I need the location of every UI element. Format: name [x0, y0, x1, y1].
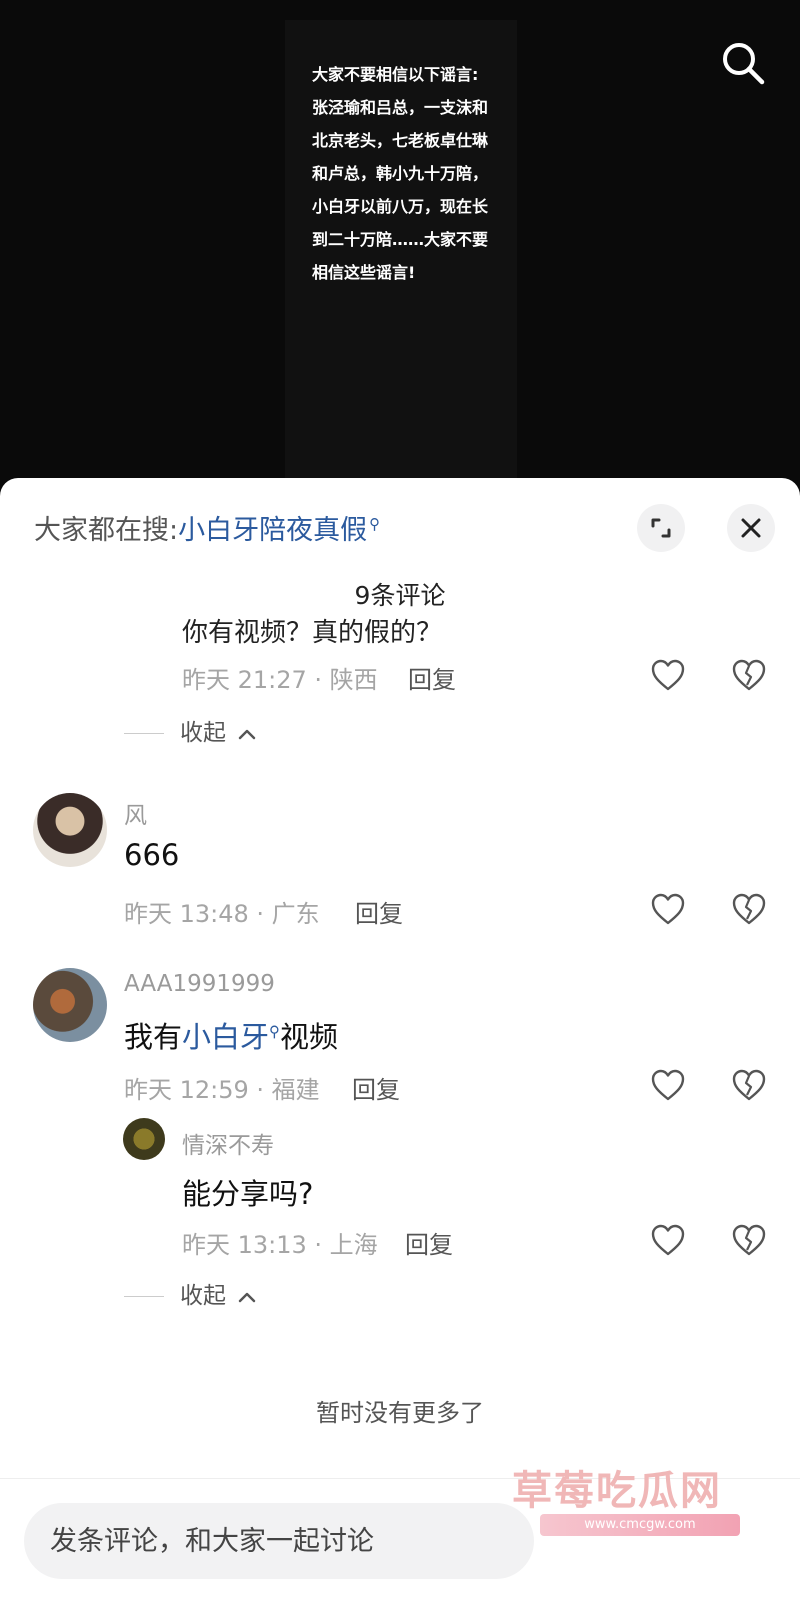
- comment-username[interactable]: 情深不寿: [182, 1126, 274, 1160]
- heart-icon[interactable]: [650, 892, 686, 926]
- comment-text: 我有小白牙⚲视频: [124, 1014, 338, 1056]
- comment-input[interactable]: [24, 1503, 534, 1579]
- comment-meta: 昨天 13:48 · 广东: [124, 900, 320, 928]
- search-button[interactable]: [716, 36, 772, 92]
- broken-heart-icon[interactable]: [731, 1223, 767, 1257]
- reply-button[interactable]: 回复: [405, 1225, 453, 1260]
- comment-keyword-link[interactable]: 小白牙: [182, 1020, 269, 1054]
- close-icon: [741, 518, 761, 538]
- hot-search-prefix: 大家都在搜:: [34, 515, 179, 546]
- truncated-reply-text: 你有视频？真的假的？: [182, 618, 443, 648]
- heart-icon[interactable]: [650, 1223, 686, 1257]
- reply-button[interactable]: 回复: [408, 660, 456, 695]
- comment-meta: 昨天 21:27 · 陕西: [182, 666, 378, 694]
- expand-button[interactable]: [637, 504, 685, 552]
- close-button[interactable]: [727, 504, 775, 552]
- mini-search-icon: ⚲: [369, 515, 381, 533]
- expand-icon: [651, 518, 671, 538]
- avatar[interactable]: [33, 968, 107, 1042]
- sheet-header: 大家都在搜:小白牙陪夜真假 ⚲: [0, 478, 800, 556]
- collapse-label: 收起: [180, 1283, 226, 1309]
- collapse-label: 收起: [180, 720, 226, 746]
- comment-meta: 昨天 12:59 · 福建: [124, 1076, 320, 1104]
- broken-heart-icon[interactable]: [731, 658, 767, 692]
- comment-text-prefix: 我有: [124, 1020, 183, 1054]
- collapse-replies-button[interactable]: 收起: [124, 713, 257, 747]
- comment-sheet: 大家都在搜:小白牙陪夜真假 ⚲ 9条评论 你有视频？真的假的？ 昨天 21:27 …: [0, 478, 800, 1600]
- heart-icon[interactable]: [650, 658, 686, 692]
- avatar[interactable]: [123, 1118, 165, 1160]
- broken-heart-icon[interactable]: [731, 1068, 767, 1102]
- collapse-divider: [124, 733, 164, 734]
- comment-list[interactable]: 你有视频？真的假的？ 昨天 21:27 · 陕西 回复 收起 风 666 昨天 …: [0, 618, 800, 1488]
- chevron-up-icon: [239, 729, 256, 739]
- reply-button[interactable]: 回复: [352, 1070, 400, 1105]
- comment-text-suffix: 视频: [280, 1020, 339, 1054]
- comment-text: 能分享吗?: [182, 1177, 314, 1211]
- hot-search-link[interactable]: 大家都在搜:小白牙陪夜真假 ⚲: [34, 508, 380, 547]
- mini-search-icon: ⚲: [269, 1022, 281, 1041]
- comment-username[interactable]: AAA1991999: [124, 971, 275, 997]
- watermark-url: www.cmcgw.com: [540, 1514, 740, 1536]
- comment-count: 9条评论: [354, 581, 446, 610]
- chevron-up-icon: [239, 1292, 256, 1302]
- heart-icon[interactable]: [650, 1068, 686, 1102]
- reply-button[interactable]: 回复: [355, 894, 403, 929]
- comment-username[interactable]: 风: [124, 796, 147, 830]
- no-more-comments-label: 暂时没有更多了: [316, 1399, 484, 1427]
- video-caption: 大家不要相信以下谣言:张泾瑜和吕总，一支沫和北京老头，七老板卓仕琳和卢总，韩小九…: [312, 65, 489, 282]
- collapse-replies-button[interactable]: 收起: [124, 1276, 257, 1310]
- video-area[interactable]: 大家不要相信以下谣言:张泾瑜和吕总，一支沫和北京老头，七老板卓仕琳和卢总，韩小九…: [0, 0, 800, 490]
- comment-meta: 昨天 13:13 · 上海: [182, 1231, 378, 1259]
- watermark-title: 草莓吃瓜网: [512, 1468, 722, 1514]
- comment-text: 666: [124, 838, 180, 872]
- search-icon: [723, 43, 765, 85]
- avatar[interactable]: [33, 793, 107, 867]
- collapse-divider: [124, 1296, 164, 1297]
- broken-heart-icon[interactable]: [731, 892, 767, 926]
- hot-search-keyword[interactable]: 小白牙陪夜真假: [178, 515, 367, 546]
- watermark-logo: 草莓吃瓜网 www.cmcgw.com: [512, 1458, 762, 1538]
